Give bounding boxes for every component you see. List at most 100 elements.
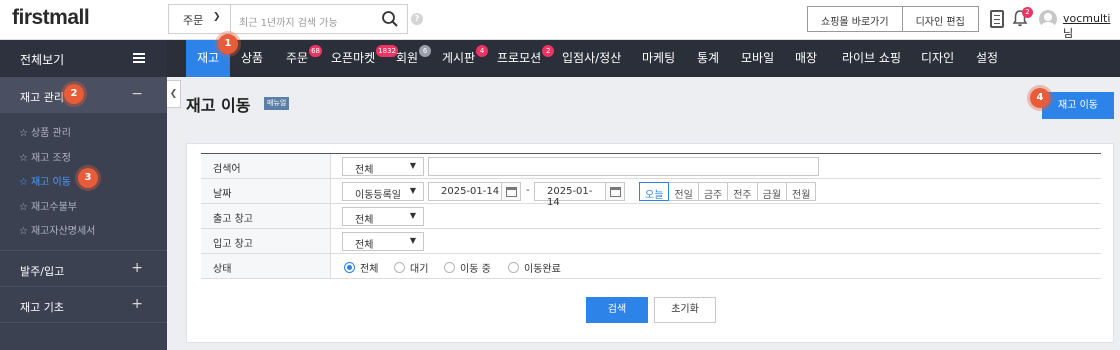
nav-label: 오픈마켓	[331, 51, 376, 65]
expand-icon[interactable]: +	[131, 260, 143, 276]
sidebar-item-label: 재고수불부	[30, 201, 77, 213]
sidebar-collapse-button[interactable]: ❮	[167, 80, 181, 108]
user-name[interactable]: vocmulti 님	[1063, 12, 1120, 41]
select-value: 전체	[355, 240, 374, 251]
nav-design[interactable]: 디자인	[921, 40, 954, 77]
calendar-icon[interactable]	[501, 182, 521, 201]
nav-board[interactable]: 게시판 4	[442, 40, 489, 77]
filter-row-in-warehouse: 입고 창고 전체 ▼	[201, 229, 1101, 254]
sidebar-section-stock-basics[interactable]: 재고 기초 +	[0, 287, 167, 323]
status-radio-waiting[interactable]: 대기	[394, 260, 428, 275]
sidebar-item-product-management[interactable]: ☆ 상품 관리	[0, 119, 167, 144]
notification-badge: 2	[1022, 7, 1033, 18]
nav-badge: 2	[542, 45, 555, 57]
nav-products[interactable]: 상품	[241, 40, 263, 77]
sidebar-header[interactable]: 전체보기	[0, 40, 167, 77]
expand-icon[interactable]: +	[131, 296, 143, 312]
sidebar: 전체보기 재고 관리 − ☆ 상품 관리 ☆ 재고 조정 ☆ 재고 이동 ☆ 재고수불부…	[0, 40, 167, 350]
nav-settings[interactable]: 설정	[976, 40, 998, 77]
sidebar-section-label: 재고 기초	[20, 300, 64, 314]
top-bar: firstmall 주문 ❯ 최근 1년까지 검색 가능 ? 쇼핑몰 바로가기 …	[0, 0, 1120, 40]
step-marker-3: 3	[78, 168, 98, 188]
status-radio-all[interactable]: 전체	[344, 260, 378, 275]
star-icon: ☆	[19, 177, 28, 188]
sidebar-section-purchase[interactable]: 발주/입고 +	[0, 251, 167, 287]
sidebar-item-stock-adjust[interactable]: ☆ 재고 조정	[0, 144, 167, 169]
nav-label: 매장	[795, 51, 818, 65]
keyword-type-select[interactable]: 전체 ▼	[342, 157, 424, 176]
step-marker-2: 2	[64, 84, 84, 104]
stock-move-button[interactable]: 재고 이동	[1042, 92, 1114, 119]
chevron-left-icon: ❮	[169, 89, 178, 99]
top-buttons: 쇼핑몰 바로가기 디자인 편집	[807, 6, 979, 32]
nav-openmarket[interactable]: 오픈마켓 1832	[331, 40, 398, 77]
nav-label: 입점사/정산	[562, 51, 622, 65]
in-warehouse-select[interactable]: 전체 ▼	[342, 232, 424, 251]
avatar[interactable]	[1039, 10, 1057, 28]
calendar-icon[interactable]	[605, 182, 625, 201]
status-radio-moving[interactable]: 이동 중	[444, 260, 491, 275]
manual-badge[interactable]: 매뉴얼	[264, 97, 290, 110]
date-from-input[interactable]: 2025-01-14	[428, 182, 502, 201]
keyword-input[interactable]	[428, 157, 819, 176]
sidebar-item-stock-ledger[interactable]: ☆ 재고수불부	[0, 193, 167, 218]
nav-label: 주문	[286, 51, 309, 65]
search-panel: 검색어 전체 ▼ 날짜 이동등록일 ▼ 2025-01-14 - 2025-01-1…	[186, 143, 1114, 343]
nav-live-shopping[interactable]: 라이브 쇼핑	[842, 40, 901, 77]
nav-promotion[interactable]: 프로모션 2	[497, 40, 555, 77]
sidebar-section-label: 재고 관리	[20, 91, 64, 104]
quick-date-last-week[interactable]: 전주	[727, 182, 758, 201]
filter-row-keyword: 검색어 전체 ▼	[201, 154, 1101, 179]
sidebar-item-asset-statement[interactable]: ☆ 재고자산명세서	[0, 217, 167, 242]
nav-label: 회원	[396, 51, 419, 65]
user-suffix: 님	[1063, 27, 1074, 40]
out-warehouse-select[interactable]: 전체 ▼	[342, 207, 424, 226]
menu-icon[interactable]	[133, 53, 145, 63]
star-icon: ☆	[19, 226, 28, 237]
nav-orders[interactable]: 주문 68	[286, 40, 323, 77]
quick-date-today[interactable]: 오늘	[639, 182, 670, 201]
filter-label: 입고 창고	[201, 229, 331, 253]
date-separator: -	[526, 185, 530, 196]
quick-date-this-week[interactable]: 금주	[697, 182, 729, 201]
quick-date-yesterday[interactable]: 전일	[668, 182, 699, 201]
nav-marketing[interactable]: 마케팅	[642, 40, 675, 77]
quick-date-last-month[interactable]: 전월	[786, 182, 817, 201]
reset-button[interactable]: 초기화	[654, 297, 716, 323]
sidebar-section-label: 발주/입고	[20, 264, 65, 278]
nav-stats[interactable]: 통계	[697, 40, 719, 77]
search-input[interactable]: 최근 1년까지 검색 가능	[239, 14, 338, 29]
nav-members[interactable]: 회원 6	[396, 40, 432, 77]
nav-vendor-settlement[interactable]: 입점사/정산	[562, 40, 621, 77]
select-value: 전체	[355, 215, 374, 226]
date-to-input[interactable]: 2025-01-14	[534, 182, 606, 208]
nav-label: 라이브 쇼핑	[842, 51, 902, 65]
design-edit-button[interactable]: 디자인 편집	[901, 7, 978, 31]
go-to-shop-button[interactable]: 쇼핑몰 바로가기	[808, 7, 902, 31]
sidebar-item-label: 재고 이동	[30, 177, 71, 188]
help-icon[interactable]: ?	[411, 13, 423, 25]
star-icon: ☆	[19, 152, 28, 164]
nav-store[interactable]: 매장	[795, 40, 817, 77]
search-type-select[interactable]: 주문 ❯	[169, 5, 231, 33]
search-icon[interactable]	[381, 10, 399, 28]
nav-mobile[interactable]: 모바일	[741, 40, 774, 77]
search-type-label: 주문	[183, 14, 204, 27]
quick-date-this-month[interactable]: 금월	[756, 182, 788, 201]
radio-label: 전체	[360, 264, 379, 275]
search-button[interactable]: 검색	[586, 297, 648, 323]
radio-dot[interactable]	[508, 262, 519, 273]
filter-row-status: 상태 전체 대기 이동 중 이동완료	[201, 254, 1101, 279]
radio-dot[interactable]	[394, 262, 405, 273]
chevron-down-icon: ▼	[409, 186, 416, 195]
document-icon[interactable]	[990, 10, 1004, 28]
date-type-select[interactable]: 이동등록일 ▼	[342, 182, 424, 201]
radio-dot[interactable]	[344, 262, 355, 273]
logo[interactable]: firstmall	[12, 6, 90, 30]
sidebar-item-label: 상품 관리	[30, 128, 71, 139]
collapse-icon[interactable]: −	[131, 86, 143, 102]
status-radio-done[interactable]: 이동완료	[508, 260, 561, 275]
sidebar-title: 전체보기	[20, 53, 65, 67]
user-name-link[interactable]: vocmulti	[1063, 12, 1110, 25]
radio-dot[interactable]	[444, 262, 455, 273]
